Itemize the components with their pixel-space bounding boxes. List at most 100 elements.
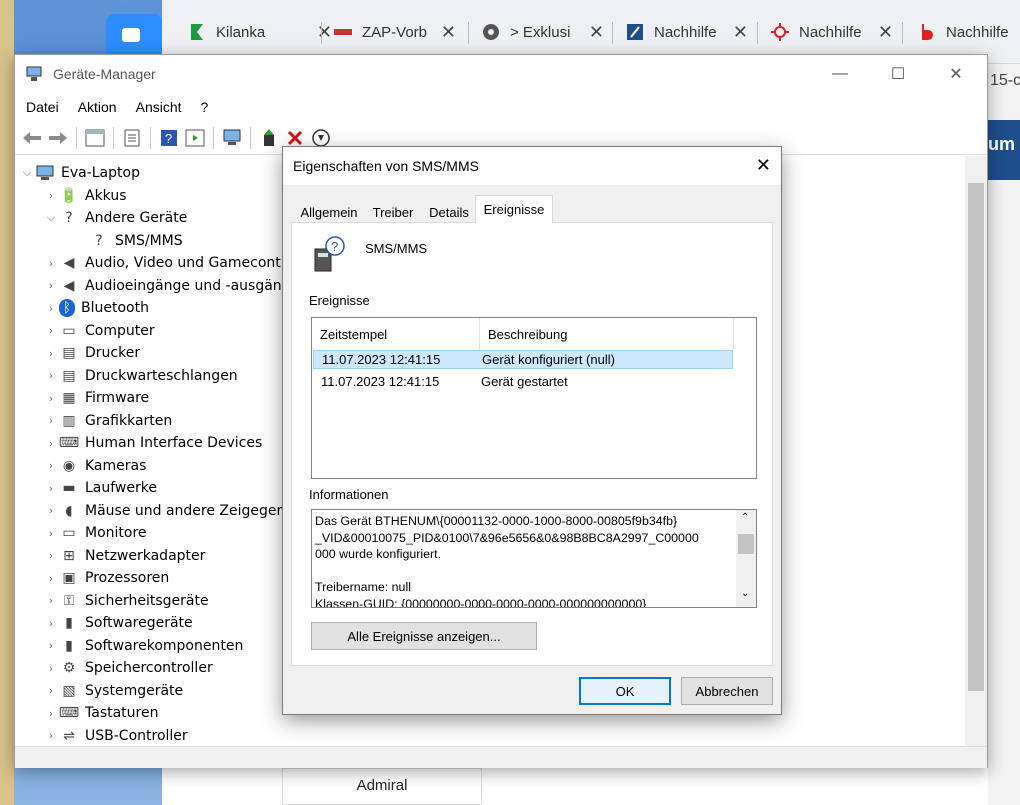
properties-icon[interactable] <box>121 127 143 149</box>
tree-category[interactable]: › ᛒ Bluetooth <box>43 297 149 319</box>
scrollbar-thumb[interactable] <box>968 183 984 691</box>
expand-arrow-icon[interactable]: › <box>43 527 59 540</box>
expand-arrow-icon[interactable]: › <box>43 414 59 427</box>
tree-category[interactable]: › ◀ Audio, Video und Gamecontroller <box>43 252 317 274</box>
expand-arrow-icon[interactable]: › <box>43 617 59 630</box>
forward-arrow-icon[interactable] <box>47 127 69 149</box>
minimize-button[interactable]: — <box>811 55 869 93</box>
tree-category[interactable]: › ⚙ Speichercontroller <box>43 657 213 679</box>
browser-tab[interactable]: Nachhilfe ✕ <box>771 14 897 50</box>
tab-close-icon[interactable]: ✕ <box>317 22 332 43</box>
tree-child-item[interactable]: ? SMS/MMS <box>67 230 182 252</box>
tree-category[interactable]: › ◉ Kameras <box>43 455 147 477</box>
tree-category[interactable]: › ▮ Softwarekomponenten <box>43 635 244 657</box>
tree-category[interactable]: › ▣ Prozessoren <box>43 567 169 589</box>
tree-category[interactable]: › ◖ Mäuse und andere Zeigegeräte <box>43 500 305 522</box>
list-item[interactable]: 11.07.2023 12:41:15 Gerät konfiguriert (… <box>313 350 733 369</box>
title-bar[interactable]: Geräte-Manager — ☐ ✕ <box>15 55 987 93</box>
update-view-icon[interactable] <box>184 127 206 149</box>
tree-category[interactable]: › ▭ Computer <box>43 320 155 342</box>
tab-general[interactable]: Allgemein <box>295 201 363 223</box>
address-bar[interactable]: 15-c <box>988 64 1020 100</box>
tree-category[interactable]: ⌵? Andere Geräte <box>43 207 188 229</box>
tree-category[interactable]: › ▥ Grafikkarten <box>43 410 172 432</box>
collapse-arrow-icon[interactable]: ⌵ <box>43 211 59 225</box>
scroll-up-icon[interactable]: ⌃ <box>741 512 749 523</box>
menu-file[interactable]: Datei <box>26 99 59 115</box>
events-label: Ereignisse <box>309 293 370 308</box>
info-scrollbar[interactable]: ⌃ ⌄ <box>736 510 756 607</box>
scan-hardware-icon[interactable] <box>221 127 243 149</box>
expand-arrow-icon[interactable]: › <box>43 347 59 360</box>
dialog-close-icon[interactable]: ✕ <box>756 155 771 176</box>
column-header-timestamp[interactable]: Zeitstempel <box>312 318 480 350</box>
tab-close-icon[interactable]: ✕ <box>878 22 893 43</box>
help-icon[interactable]: ? <box>158 127 180 149</box>
expand-arrow-icon[interactable]: › <box>43 549 59 562</box>
information-textbox[interactable]: Das Gerät BTHENUM\{00001132-0000-1000-80… <box>311 509 757 608</box>
close-button[interactable]: ✕ <box>927 55 985 93</box>
expand-arrow-icon[interactable]: › <box>43 437 59 450</box>
menu-help[interactable]: ? <box>201 99 209 115</box>
expand-arrow-icon[interactable]: › <box>43 504 59 517</box>
tab-driver[interactable]: Treiber <box>365 201 421 223</box>
tree-category[interactable]: › ▤ Drucker <box>43 342 140 364</box>
tab-events[interactable]: Ereignisse <box>475 195 553 223</box>
tree-root[interactable]: ⌵ Eva-Laptop <box>19 162 140 184</box>
expand-arrow-icon[interactable]: › <box>43 684 59 697</box>
browser-tab[interactable]: Kilanka ✕ <box>188 14 336 50</box>
expand-arrow-icon[interactable]: › <box>43 482 59 495</box>
tree-category[interactable]: › ⚿ Sicherheitsgeräte <box>43 590 209 612</box>
tree-category[interactable]: › ▤ Druckwarteschlangen <box>43 365 238 387</box>
expand-arrow-icon[interactable]: › <box>43 572 59 585</box>
expand-arrow-icon[interactable]: › <box>43 707 59 720</box>
browser-tab[interactable]: Nachhilfe ✕ <box>626 14 752 50</box>
expand-arrow-icon[interactable]: › <box>43 594 59 607</box>
show-all-events-button[interactable]: Alle Ereignisse anzeigen... <box>311 622 537 650</box>
menu-view[interactable]: Ansicht <box>136 99 182 115</box>
expand-arrow-icon[interactable]: › <box>43 392 59 405</box>
tree-category[interactable]: › ▮ Softwaregeräte <box>43 612 193 634</box>
properties-view-icon[interactable] <box>84 127 106 149</box>
tree-category[interactable]: › ⊞ Netzwerkadapter <box>43 545 206 567</box>
tab-close-icon[interactable]: ✕ <box>441 22 456 43</box>
expand-arrow-icon[interactable]: › <box>43 257 59 270</box>
expand-arrow-icon[interactable]: › <box>43 369 59 382</box>
tree-category[interactable]: › ▦ Firmware <box>43 387 149 409</box>
ok-button[interactable]: OK <box>579 677 671 705</box>
expand-arrow-icon[interactable]: › <box>43 639 59 652</box>
column-header-description[interactable]: Beschreibung <box>480 318 734 350</box>
expand-arrow-icon[interactable]: › <box>43 459 59 472</box>
tab-details[interactable]: Details <box>423 201 475 223</box>
cancel-button[interactable]: Abbrechen <box>681 677 773 705</box>
tree-category[interactable]: › ⌨ Human Interface Devices <box>43 432 262 454</box>
browser-tab[interactable]: > Exklusi ✕ <box>482 14 608 50</box>
update-driver-icon[interactable] <box>258 127 280 149</box>
list-item[interactable]: 11.07.2023 12:41:15 Gerät gestartet <box>313 372 733 391</box>
menu-action[interactable]: Aktion <box>78 99 117 115</box>
zoom-app-icon[interactable] <box>106 14 162 58</box>
maximize-button[interactable]: ☐ <box>869 55 927 93</box>
expand-arrow-icon[interactable]: › <box>43 189 59 202</box>
tab-close-icon[interactable]: ✕ <box>589 22 604 43</box>
expand-arrow-icon[interactable]: › <box>43 279 59 292</box>
tree-category[interactable]: › ▭ Monitore <box>43 522 147 544</box>
scroll-down-icon[interactable]: ⌄ <box>741 588 749 599</box>
tree-category[interactable]: › 🔋 Akkus <box>43 185 127 207</box>
tab-close-icon[interactable]: ✕ <box>733 22 748 43</box>
tree-category[interactable]: › ▬ Laufwerke <box>43 477 157 499</box>
expand-arrow-icon[interactable]: › <box>43 662 59 675</box>
browser-tab[interactable]: ZAP-Vorb ✕ <box>334 14 460 50</box>
tree-category[interactable]: › ▧ Systemgeräte <box>43 680 183 702</box>
expand-arrow-icon[interactable]: › <box>43 302 59 315</box>
info-scrollbar-thumb[interactable] <box>738 534 754 554</box>
browser-tab[interactable]: Nachhilfe <box>918 14 1020 50</box>
expand-arrow-icon[interactable]: › <box>43 324 59 337</box>
tree-category[interactable]: › ◀ Audioeingänge und -ausgänge <box>43 275 299 297</box>
expand-arrow-icon[interactable]: › <box>43 729 59 742</box>
collapse-arrow-icon[interactable]: ⌵ <box>19 166 35 180</box>
back-arrow-icon[interactable] <box>21 127 43 149</box>
tree-category[interactable]: › ⇌ USB-Controller <box>43 725 188 747</box>
dialog-title-bar[interactable]: Eigenschaften von SMS/MMS ✕ <box>283 147 781 185</box>
tree-category[interactable]: › ⌨ Tastaturen <box>43 702 159 724</box>
